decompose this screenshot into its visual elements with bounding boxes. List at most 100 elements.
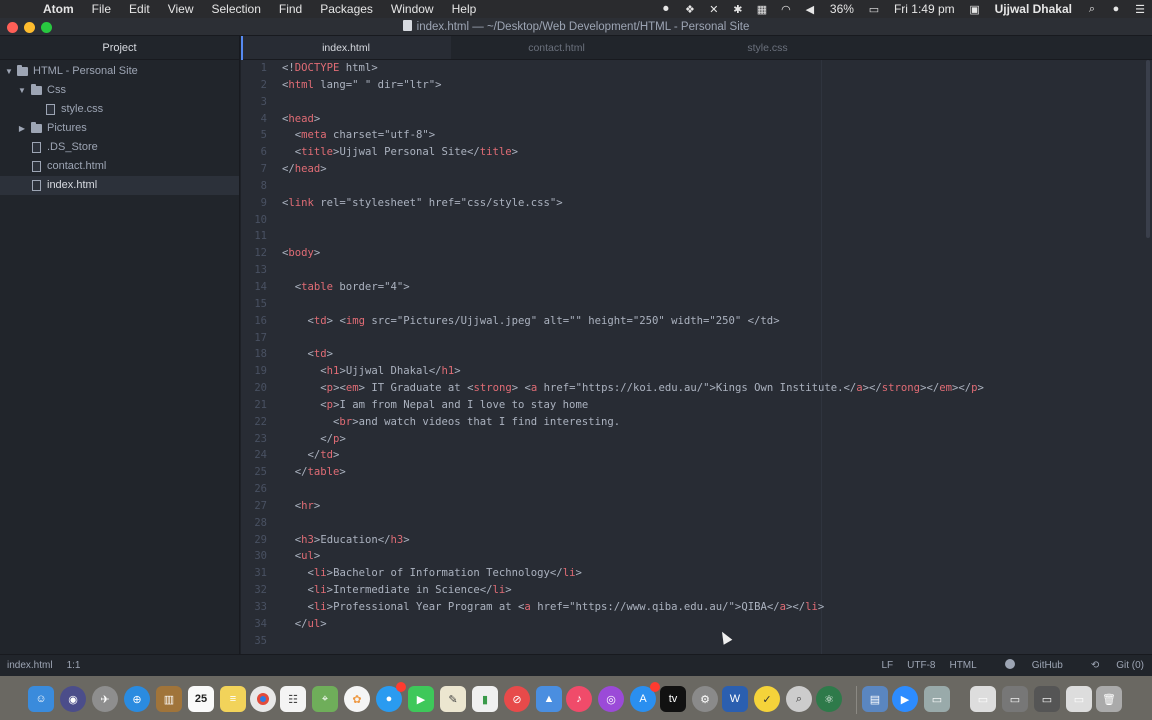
menu-app-name[interactable]: Atom bbox=[34, 2, 83, 16]
trash-icon[interactable]: 🗑 bbox=[1096, 686, 1122, 712]
siri-icon[interactable]: ◉ bbox=[60, 686, 86, 712]
keyboard-icon[interactable]: ▦ bbox=[755, 3, 769, 16]
code-line[interactable]: <meta charset="utf-8"> bbox=[282, 127, 984, 144]
code-line[interactable]: <li>Intermediate in Science</li> bbox=[282, 582, 984, 599]
dropbox-icon[interactable]: ❖ bbox=[683, 3, 697, 16]
code-line[interactable]: <body> bbox=[282, 245, 984, 262]
tree-file-ds-store[interactable]: .DS_Store bbox=[0, 138, 239, 157]
magnifier-icon[interactable]: ⌕ bbox=[786, 686, 812, 712]
siri-icon[interactable]: ● bbox=[1109, 3, 1123, 15]
menu-view[interactable]: View bbox=[159, 2, 203, 16]
tree-folder-css[interactable]: ▼ Css bbox=[0, 81, 239, 100]
code-lines[interactable]: <!DOCTYPE html> <html lang=" " dir="ltr">… bbox=[282, 60, 984, 650]
clock[interactable]: Fri 1:49 pm bbox=[894, 2, 955, 16]
keynote-icon[interactable]: ▲ bbox=[536, 686, 562, 712]
tab-style-css[interactable]: style.css bbox=[662, 36, 873, 59]
status-grammar[interactable]: HTML bbox=[949, 655, 976, 676]
tree-file-contact-html[interactable]: contact.html bbox=[0, 157, 239, 176]
status-git[interactable]: ⟲ Git (0) bbox=[1077, 655, 1144, 676]
vertical-scrollbar[interactable] bbox=[1146, 60, 1150, 238]
chrome-icon[interactable] bbox=[250, 686, 276, 712]
code-line[interactable]: <html lang=" " dir="ltr"> bbox=[282, 77, 984, 94]
menu-file[interactable]: File bbox=[83, 2, 120, 16]
document-stack-icon[interactable]: ▭ bbox=[970, 686, 996, 712]
status-encoding[interactable]: UTF-8 bbox=[907, 655, 935, 676]
maps-icon[interactable]: ⌖ bbox=[312, 686, 338, 712]
facetime-icon[interactable]: ▶ bbox=[408, 686, 434, 712]
status-github[interactable]: GitHub bbox=[991, 655, 1063, 676]
status-line-ending[interactable]: LF bbox=[881, 655, 893, 676]
checkmark-app-icon[interactable]: ✓ bbox=[754, 686, 780, 712]
code-line[interactable] bbox=[282, 212, 984, 229]
podcasts-icon[interactable]: ◎ bbox=[598, 686, 624, 712]
app-store-icon[interactable]: A bbox=[630, 682, 660, 712]
code-line[interactable]: <head> bbox=[282, 111, 984, 128]
safari-icon[interactable]: ⊕ bbox=[124, 686, 150, 712]
tools-icon[interactable]: ✕ bbox=[707, 3, 721, 16]
code-line[interactable]: <p><em> IT Graduate at <strong> <a href=… bbox=[282, 380, 984, 397]
tree-folder-pictures[interactable]: ▶ Pictures bbox=[0, 119, 239, 138]
status-file-name[interactable]: index.html bbox=[7, 655, 53, 676]
downloads-stack-icon[interactable]: ▭ bbox=[1066, 686, 1092, 712]
tab-index-html[interactable]: index.html bbox=[241, 36, 451, 60]
menu-find[interactable]: Find bbox=[270, 2, 311, 16]
contacts-icon[interactable]: ▥ bbox=[156, 686, 182, 712]
notification-center-icon[interactable]: ☰ bbox=[1133, 3, 1147, 16]
code-line[interactable]: <ul> bbox=[282, 548, 984, 565]
tree-file-index-html[interactable]: index.html bbox=[0, 176, 239, 195]
tab-contact-html[interactable]: contact.html bbox=[451, 36, 662, 59]
code-line[interactable] bbox=[282, 515, 984, 532]
code-line[interactable] bbox=[282, 228, 984, 245]
code-line[interactable]: <p>I am from Nepal and I love to stay ho… bbox=[282, 397, 984, 414]
finder-icon[interactable]: ☺ bbox=[28, 686, 54, 712]
code-line[interactable]: </head> bbox=[282, 161, 984, 178]
user-icon[interactable]: ▣ bbox=[968, 3, 982, 16]
battery-percent[interactable]: 36% bbox=[830, 2, 854, 16]
code-line[interactable]: <h1>Ujjwal Dhakal</h1> bbox=[282, 363, 984, 380]
tree-root-folder[interactable]: ▼ HTML - Personal Site bbox=[0, 62, 239, 81]
code-line[interactable] bbox=[282, 262, 984, 279]
menu-window[interactable]: Window bbox=[382, 2, 443, 16]
volume-icon[interactable]: ◀ bbox=[803, 3, 817, 16]
status-cursor-position[interactable]: 1:1 bbox=[67, 655, 81, 676]
notes-icon[interactable]: ≡ bbox=[220, 686, 246, 712]
code-line[interactable] bbox=[282, 296, 984, 313]
code-line[interactable]: <h3>Education</h3> bbox=[282, 532, 984, 549]
code-line[interactable]: <td> <img src="Pictures/Ujjwal.jpeg" alt… bbox=[282, 313, 984, 330]
launchpad-icon[interactable]: ✈ bbox=[92, 686, 118, 712]
code-line[interactable] bbox=[282, 94, 984, 111]
apple-tv-icon[interactable]: tv bbox=[660, 686, 686, 712]
code-line[interactable]: <table border="4"> bbox=[282, 279, 984, 296]
atom-icon[interactable]: ⚛ bbox=[816, 686, 842, 712]
user-name[interactable]: Ujjwal Dhakal bbox=[995, 2, 1072, 16]
code-line[interactable]: <li>Bachelor of Information Technology</… bbox=[282, 565, 984, 582]
photos-icon[interactable]: ✿ bbox=[344, 686, 370, 712]
file-stack-icon[interactable]: ▭ bbox=[924, 686, 950, 712]
code-line[interactable]: <title>Ujjwal Personal Site</title> bbox=[282, 144, 984, 161]
messages-icon[interactable]: ● bbox=[376, 682, 406, 712]
code-line[interactable]: </table> bbox=[282, 464, 984, 481]
system-preferences-icon[interactable]: ⚙ bbox=[692, 686, 718, 712]
menu-selection[interactable]: Selection bbox=[203, 2, 270, 16]
wifi-icon[interactable]: ◠ bbox=[779, 3, 793, 16]
tree-file-style-css[interactable]: style.css bbox=[0, 100, 239, 119]
battery-icon[interactable]: ▭ bbox=[867, 3, 881, 16]
pages-icon[interactable]: ✎ bbox=[440, 686, 466, 712]
code-line[interactable] bbox=[282, 481, 984, 498]
code-line[interactable]: <li>Professional Year Program at <a href… bbox=[282, 599, 984, 616]
word-icon[interactable]: W bbox=[722, 686, 748, 712]
code-line[interactable] bbox=[282, 633, 984, 650]
folder-stack-icon[interactable]: ▤ bbox=[862, 686, 888, 712]
code-editor[interactable]: 1 2 3 4 5 6 7 8 9 10 11 12 13 14 15 16 17 18 19 20 21 22 23 24 2… bbox=[241, 60, 1152, 654]
code-line[interactable]: </p> bbox=[282, 431, 984, 448]
spotlight-search-icon[interactable]: ⌕ bbox=[1085, 3, 1099, 15]
code-line[interactable]: <br>and watch videos that I find interes… bbox=[282, 414, 984, 431]
numbers-icon[interactable]: ▮ bbox=[472, 686, 498, 712]
record-icon[interactable]: ⏺ bbox=[659, 3, 673, 15]
bluetooth-icon[interactable]: ✱ bbox=[731, 3, 745, 16]
code-line[interactable] bbox=[282, 178, 984, 195]
news-icon[interactable]: ⊘ bbox=[504, 686, 530, 712]
code-line[interactable] bbox=[282, 330, 984, 347]
code-line[interactable]: <link rel="stylesheet" href="css/style.c… bbox=[282, 195, 984, 212]
menu-help[interactable]: Help bbox=[443, 2, 486, 16]
